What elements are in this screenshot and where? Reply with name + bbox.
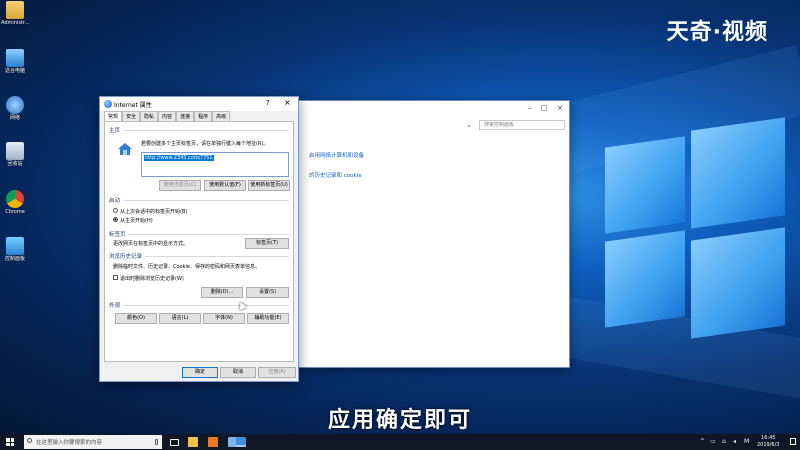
ime-indicator[interactable]: M xyxy=(744,438,749,445)
watermark-logo: 天奇·视频 xyxy=(666,20,768,45)
desktop-icon-control-panel[interactable]: 控制面板 xyxy=(1,237,29,262)
network-tray-icon[interactable]: ⌂ xyxy=(722,438,726,445)
dialog-title: Internet 属性 xyxy=(114,102,152,109)
desktop-icon-label: Administr... xyxy=(1,20,30,26)
user-folder-icon xyxy=(6,1,24,19)
network-link[interactable]: 启用网络计算机和设备 xyxy=(309,151,364,159)
history-link[interactable]: 的历史记录和 cookie xyxy=(309,171,362,179)
tab-content[interactable]: 内容 xyxy=(158,111,177,121)
section-divider xyxy=(123,305,289,306)
tab-programs[interactable]: 程序 xyxy=(194,111,213,121)
section-divider xyxy=(127,234,289,235)
desktop-icon-recycle-bin[interactable]: 回收站 xyxy=(1,142,29,167)
delete-on-exit-label: 退出时删除浏览历史记录(W) xyxy=(120,276,184,282)
windows-start-icon[interactable] xyxy=(6,438,14,446)
computer-icon xyxy=(6,49,24,67)
radio-home-page[interactable] xyxy=(113,217,118,222)
home-page-icon xyxy=(118,143,132,155)
maximize-icon[interactable]: □ xyxy=(537,103,551,113)
colors-button[interactable]: 颜色(O) xyxy=(115,313,157,324)
help-icon[interactable]: ? xyxy=(266,99,270,107)
history-section-title: 浏览历史记录 xyxy=(109,254,143,260)
notification-chevron-icon[interactable]: ^ xyxy=(700,438,705,445)
languages-button[interactable]: 语言(L) xyxy=(159,313,201,324)
taskbar-search-placeholder: 在这里输入你要搜索的内容 xyxy=(36,440,103,446)
action-center-icon[interactable] xyxy=(790,438,796,445)
fonts-button[interactable]: 字体(N) xyxy=(203,313,245,324)
cancel-button[interactable]: 取消 xyxy=(220,367,256,378)
tab-connections[interactable]: 连接 xyxy=(176,111,195,121)
accessibility-button[interactable]: 辅助功能(E) xyxy=(247,313,289,324)
tab-security[interactable]: 安全 xyxy=(122,111,141,121)
control-panel-icon xyxy=(6,237,24,255)
chrome-icon xyxy=(6,190,24,208)
history-description: 删除临时文件、历史记录、Cookie、保存的密码和网页表单信息。 xyxy=(113,264,260,270)
battery-icon[interactable]: ▭ xyxy=(710,438,716,445)
section-divider xyxy=(123,130,289,131)
internet-explorer-icon xyxy=(104,100,112,108)
desktop-icon-label: 这台电脑 xyxy=(4,68,25,74)
radio-last-session-label: 从上次会话中的标签页开始(B) xyxy=(120,209,188,215)
ok-button[interactable]: 确定 xyxy=(182,367,218,378)
desktop-icon-this-pc[interactable]: 这台电脑 xyxy=(1,49,29,74)
video-subtitle: 应用确定即可 xyxy=(327,408,472,433)
microphone-icon[interactable] xyxy=(155,439,158,445)
taskbar-clock[interactable]: 16:45 2019/6/3 xyxy=(757,435,779,449)
appearance-section-title: 外观 xyxy=(109,303,121,309)
use-default-button[interactable]: 使用默认值(F) xyxy=(204,180,246,191)
dialog-tabs: 常规 安全 隐私 内容 连接 程序 高级 xyxy=(104,111,231,122)
startup-section-title: 启动 xyxy=(109,198,121,204)
search-icon xyxy=(27,438,32,443)
chevron-down-icon[interactable]: ⌄ xyxy=(464,120,474,130)
recycle-bin-icon xyxy=(6,142,24,160)
delete-on-exit-checkbox[interactable] xyxy=(113,275,118,280)
tab-advanced[interactable]: 高级 xyxy=(212,111,231,121)
use-current-button[interactable]: 使用当前页(C) xyxy=(159,180,201,191)
apply-button[interactable]: 应用(A) xyxy=(258,367,296,378)
settings-button[interactable]: 设置(S) xyxy=(246,287,289,298)
desktop-icon-label: 网络 xyxy=(9,115,20,121)
search-input[interactable]: 搜索控制面板 xyxy=(479,120,565,130)
radio-home-page-label: 从主页开始(H) xyxy=(120,218,153,224)
taskbar: 在这里输入你要搜索的内容 ^ ▭ ⌂ ◂ M 16:45 2019/6/3 xyxy=(0,434,800,450)
desktop-icon-network[interactable]: 网络 xyxy=(1,96,29,121)
home-description: 若要创建多个主页标签页，请在单独行键入每个地址(R)。 xyxy=(141,141,269,147)
use-new-tab-button[interactable]: 使用新标签页(U) xyxy=(248,180,290,191)
control-panel-taskbar-icon[interactable] xyxy=(236,437,246,447)
tabs-description: 更改网页在标签页中的显示方式。 xyxy=(113,241,189,247)
desktop-icon-chrome[interactable]: Chrome xyxy=(1,190,29,215)
desktop-icon-label: 回收站 xyxy=(7,161,23,167)
volume-icon[interactable]: ◂ xyxy=(733,438,736,445)
minimize-icon[interactable]: – xyxy=(523,103,537,113)
dialog-titlebar[interactable]: Internet 属性 ? × xyxy=(100,97,298,111)
close-icon[interactable]: × xyxy=(284,98,291,107)
section-divider xyxy=(145,256,289,257)
general-tab-page: 主页 若要创建多个主页标签页，请在单独行键入每个地址(R)。 http://ww… xyxy=(104,121,294,362)
section-divider xyxy=(123,200,289,201)
tabs-button[interactable]: 标签页(T) xyxy=(245,238,289,249)
home-page-url: http://www.2345.com/?751 xyxy=(144,155,214,161)
tab-privacy[interactable]: 隐私 xyxy=(140,111,159,121)
internet-options-dialog[interactable]: Internet 属性 ? × 常规 安全 隐私 内容 连接 程序 高级 主页 … xyxy=(99,96,299,382)
home-section-title: 主页 xyxy=(109,128,121,134)
radio-last-session[interactable] xyxy=(113,208,118,213)
taskbar-search-input[interactable]: 在这里输入你要搜索的内容 xyxy=(24,435,162,449)
windows-logo-graphic xyxy=(605,117,785,340)
clock-date: 2019/6/3 xyxy=(757,442,780,448)
tabs-section-title: 标签页 xyxy=(109,232,126,238)
file-explorer-icon[interactable] xyxy=(188,437,198,447)
close-icon[interactable]: × xyxy=(553,103,567,113)
desktop-icon-label: Chrome xyxy=(5,209,25,215)
app-orange-icon[interactable] xyxy=(208,437,218,447)
desktop-icon-label: 控制面板 xyxy=(4,256,25,262)
delete-button[interactable]: 删除(D)... xyxy=(201,287,243,298)
network-icon xyxy=(6,96,24,114)
clock-time: 16:45 xyxy=(761,435,776,441)
home-page-textarea[interactable]: http://www.2345.com/?751 xyxy=(141,152,289,177)
task-view-icon[interactable] xyxy=(170,439,179,446)
desktop-icon-admin[interactable]: Administr... xyxy=(1,1,29,26)
